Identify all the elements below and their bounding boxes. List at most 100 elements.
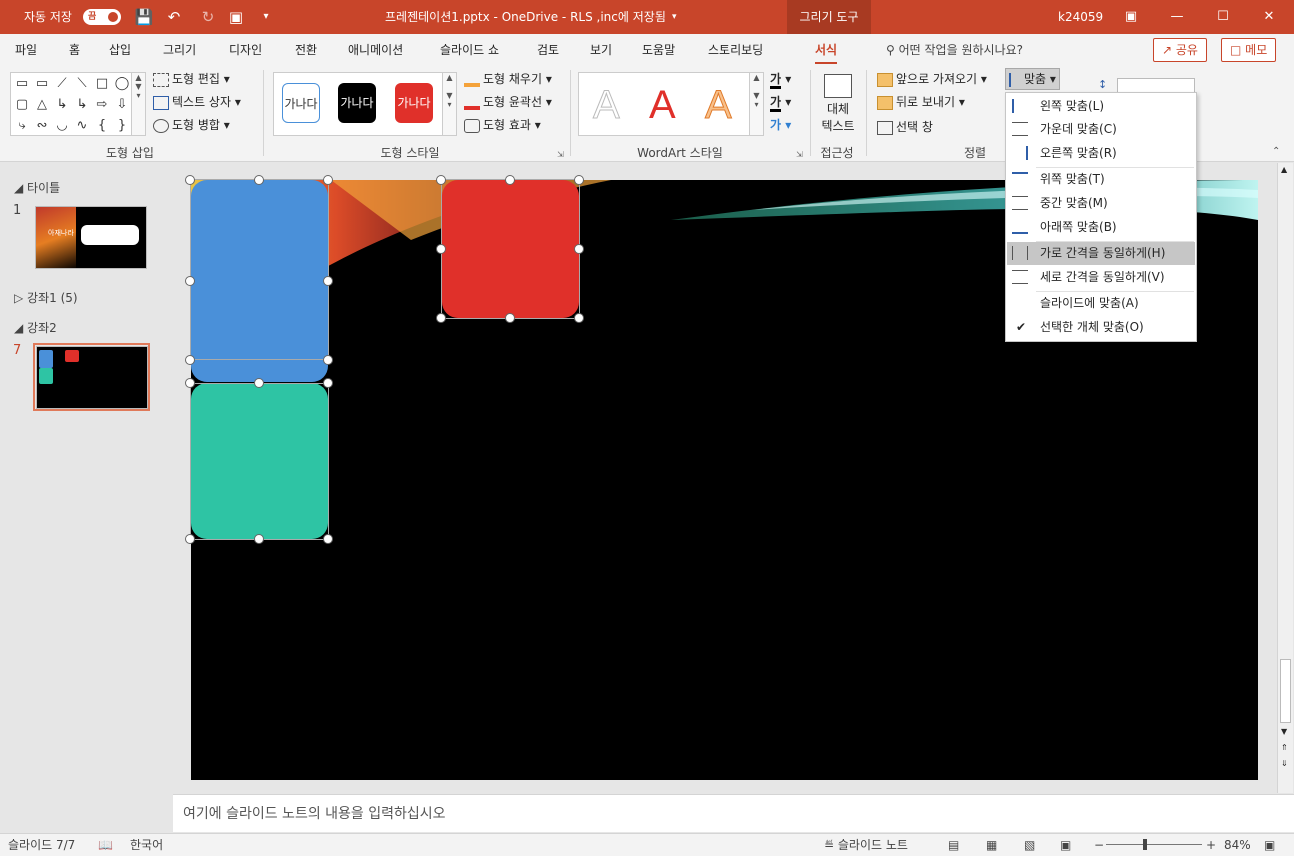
resize-handle[interactable] — [185, 355, 195, 365]
zoom-level[interactable]: 84% — [1224, 834, 1251, 856]
right-arrow-shape-icon[interactable]: ⇨ — [92, 96, 112, 114]
selection-pane-button[interactable]: 선택 창 — [877, 116, 933, 138]
slide-sorter-icon[interactable]: ▦ — [986, 834, 997, 856]
resize-handle[interactable] — [323, 175, 333, 185]
ribbon-display-icon[interactable]: ▣ — [1108, 0, 1154, 34]
shape-style-red[interactable]: 가나다 — [395, 83, 433, 123]
rounded-rect-shape-icon[interactable]: ▢ — [12, 96, 32, 114]
resize-handle[interactable] — [436, 175, 446, 185]
notes-toggle-button[interactable]: ≝ 슬라이드 노트 — [824, 834, 908, 856]
tell-me-search[interactable]: ⚲ 어떤 작업을 원하시나요? — [886, 34, 1023, 66]
align-top-item[interactable]: 위쪽 맞춤(T) — [1007, 168, 1195, 191]
zoom-out-icon[interactable]: − — [1094, 834, 1104, 856]
scroll-up-icon[interactable]: ▲ — [1281, 165, 1287, 174]
redo-icon[interactable]: ↻ — [198, 7, 218, 27]
left-brace-shape-icon[interactable]: { — [92, 117, 112, 135]
shape-styles-scroll[interactable]: ▲ ▼ ▾ — [442, 73, 456, 135]
text-box-button[interactable]: 텍스트 상자 ▾ — [153, 91, 241, 113]
wordart-style-orange[interactable]: A — [705, 81, 733, 129]
arc-shape-icon[interactable]: ◡ — [52, 117, 72, 135]
text-outline-button[interactable]: 가 ▾ — [770, 91, 791, 113]
resize-handle[interactable] — [323, 355, 333, 365]
resize-handle[interactable] — [436, 313, 446, 323]
tab-transitions[interactable]: 전환 — [295, 34, 317, 66]
align-bottom-item[interactable]: 아래쪽 맞춤(B) — [1007, 216, 1195, 239]
align-left-item[interactable]: 왼쪽 맞춤(L) — [1007, 95, 1195, 118]
resize-handle[interactable] — [254, 378, 264, 388]
bring-forward-button[interactable]: 앞으로 가져오기 ▾ — [877, 68, 987, 90]
resize-handle[interactable] — [254, 534, 264, 544]
zoom-in-icon[interactable]: + — [1206, 834, 1216, 856]
shapes-gallery-scroll[interactable]: ▲ ▼ ▾ — [131, 73, 145, 135]
resize-handle[interactable] — [185, 276, 195, 286]
tab-review[interactable]: 검토 — [537, 34, 559, 66]
present-icon[interactable]: ▣ — [226, 7, 246, 27]
vertical-textbox-shape-icon[interactable]: ▭ — [32, 75, 52, 93]
send-backward-button[interactable]: 뒤로 보내기 ▾ — [877, 91, 965, 113]
section-course2[interactable]: ◢ 강좌2 — [14, 319, 57, 336]
scrollbar-thumb[interactable] — [1280, 659, 1291, 723]
resize-handle[interactable] — [254, 175, 264, 185]
oval-shape-icon[interactable]: ◯ — [112, 75, 132, 93]
distribute-horizontal-item[interactable]: 가로 간격을 동일하게(H) — [1007, 242, 1195, 265]
wordart-style-red[interactable]: A — [649, 81, 676, 129]
file-title[interactable]: 프레젠테이션1.pptx - OneDrive - RLS ,inc에 저장됨 — [385, 0, 666, 34]
slideshow-view-icon[interactable]: ▣ — [1060, 834, 1071, 856]
section-title[interactable]: ◢ 타이틀 — [14, 179, 60, 196]
normal-view-icon[interactable]: ▤ — [948, 834, 959, 856]
align-selected-objects-item[interactable]: ✔ 선택한 개체 맞춤(O) — [1007, 316, 1195, 339]
align-right-item[interactable]: 오른쪽 맞춤(R) — [1007, 142, 1195, 165]
share-button[interactable]: ↗ 공유 — [1153, 38, 1207, 62]
customize-qat-icon[interactable]: ▾ — [256, 7, 276, 27]
close-icon[interactable]: ✕ — [1246, 0, 1292, 34]
shape-style-black[interactable]: 가나다 — [338, 83, 376, 123]
maximize-icon[interactable]: ☐ — [1200, 0, 1246, 34]
title-dropdown-icon[interactable]: ▾ — [672, 0, 677, 34]
resize-handle[interactable] — [505, 175, 515, 185]
zoom-slider[interactable] — [1106, 844, 1202, 845]
resize-handle[interactable] — [574, 175, 584, 185]
edit-shape-button[interactable]: 도형 편집 ▾ — [153, 68, 230, 90]
tab-animations[interactable]: 애니메이션 — [348, 34, 403, 66]
reading-view-icon[interactable]: ▧ — [1024, 834, 1035, 856]
wordart-dialog-launcher-icon[interactable]: ⇲ — [796, 150, 803, 159]
text-effects-button[interactable]: 가 ▾ — [770, 114, 791, 136]
alt-text-button[interactable]: 대체 텍스트 — [818, 70, 858, 140]
text-fill-button[interactable]: 가 ▾ — [770, 68, 791, 90]
shapes-gallery[interactable]: ▭ ▭ ⟋ ⟍ □ ◯ ▢ △ ↳ ↳ ⇨ ⇩ ⤷ ∾ ◡ ∿ { } ▲ ▼ ▾ — [10, 72, 146, 136]
tab-slideshow[interactable]: 슬라이드 쇼 — [440, 34, 499, 66]
curve-shape-icon[interactable]: ∿ — [72, 117, 92, 135]
rectangle-shape-icon[interactable]: □ — [92, 75, 112, 93]
wordart-style-plain[interactable]: A — [593, 81, 621, 129]
distribute-vertical-item[interactable]: 세로 간격을 동일하게(V) — [1007, 266, 1195, 289]
resize-handle[interactable] — [574, 313, 584, 323]
align-center-item[interactable]: 가운데 맞춤(C) — [1007, 118, 1195, 141]
arrow-line-shape-icon[interactable]: ⟍ — [72, 75, 92, 93]
slide-thumbnail-7[interactable] — [36, 346, 148, 409]
line-shape-icon[interactable]: ⟋ — [52, 75, 72, 93]
resize-handle[interactable] — [574, 244, 584, 254]
shape-style-outline[interactable]: 가나다 — [282, 83, 320, 123]
align-button[interactable]: 맞춤 ▾ — [1005, 68, 1060, 90]
resize-handle[interactable] — [185, 175, 195, 185]
resize-handle[interactable] — [505, 313, 515, 323]
textbox-shape-icon[interactable]: ▭ — [12, 75, 32, 93]
autosave-toggle[interactable]: 끔 — [83, 9, 121, 25]
user-name[interactable]: k24059 — [1058, 0, 1103, 34]
tab-insert[interactable]: 삽입 — [109, 34, 131, 66]
language-label[interactable]: 한국어 — [130, 834, 163, 856]
shape-styles-dialog-launcher-icon[interactable]: ⇲ — [557, 150, 564, 159]
right-brace-shape-icon[interactable]: } — [112, 117, 132, 135]
tab-file[interactable]: 파일 — [15, 34, 37, 66]
undo-icon[interactable]: ↶ — [164, 7, 184, 27]
prev-slide-icon[interactable]: ⇑ — [1281, 743, 1288, 752]
wordart-gallery[interactable]: A A A ▲ ▼ ▾ — [578, 72, 764, 136]
resize-handle[interactable] — [436, 244, 446, 254]
fit-to-window-icon[interactable]: ▣ — [1264, 834, 1275, 856]
triangle-shape-icon[interactable]: △ — [32, 96, 52, 114]
scribble-shape-icon[interactable]: ∾ — [32, 117, 52, 135]
tab-view[interactable]: 보기 — [590, 34, 612, 66]
connector-shape-icon[interactable]: ↳ — [52, 96, 72, 114]
resize-handle[interactable] — [323, 276, 333, 286]
vertical-scrollbar[interactable]: ▲ ▼ ⇑ ⇓ — [1277, 163, 1293, 793]
